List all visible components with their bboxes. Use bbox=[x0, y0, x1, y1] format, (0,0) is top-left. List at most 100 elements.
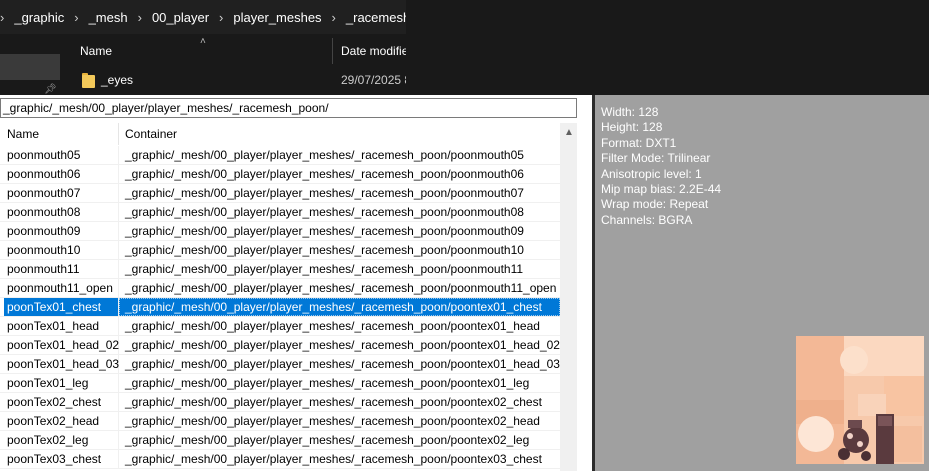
texture-preview-pane: Width: 128 Height: 128 Format: DXT1 Filt… bbox=[595, 95, 929, 471]
breadcrumb-separator: › bbox=[74, 9, 79, 25]
table-row[interactable]: poonTex02_chest _graphic/_mesh/00_player/… bbox=[0, 393, 560, 412]
file-list-header: Name ˄ Date modifie bbox=[62, 34, 408, 68]
asset-name-cell: poonTex03_chest bbox=[7, 452, 102, 466]
column-divider[interactable] bbox=[332, 38, 333, 64]
texture-filter-mode: Filter Mode: Trilinear bbox=[601, 151, 711, 166]
table-row[interactable]: poonTex01_head_02 _graphic/_mesh/00_playe… bbox=[0, 336, 560, 355]
asset-container-cell: _graphic/_mesh/00_player/player_meshes/_… bbox=[125, 395, 542, 409]
breadcrumb-item-racemesh-poon[interactable]: _racemesh_poon bbox=[342, 10, 406, 25]
asset-name-cell: poonmouth09 bbox=[7, 224, 81, 238]
column-header-container[interactable]: Container bbox=[125, 127, 177, 141]
table-row[interactable]: poonTex01_head _graphic/_mesh/00_player/p… bbox=[0, 317, 560, 336]
pin-icon: 📌︎ bbox=[44, 84, 57, 95]
table-row[interactable]: poonTex01_leg _graphic/_mesh/00_player/pl… bbox=[0, 374, 560, 393]
asset-container-cell: _graphic/_mesh/00_player/player_meshes/_… bbox=[125, 186, 524, 200]
breadcrumb-separator: › bbox=[219, 9, 224, 25]
sort-ascending-icon: ˄ bbox=[200, 36, 206, 47]
texture-channels: Channels: BGRA bbox=[601, 212, 693, 227]
texture-width: Width: 128 bbox=[601, 105, 659, 119]
table-row[interactable]: poonTex01_chest _graphic/_mesh/00_player/… bbox=[0, 298, 560, 317]
cell-divider bbox=[118, 431, 119, 449]
table-row[interactable]: poonTex03_chest _graphic/_mesh/00_player/… bbox=[0, 450, 560, 469]
vertical-scrollbar[interactable]: ▲ bbox=[560, 123, 577, 471]
window-backdrop bbox=[406, 0, 929, 95]
column-header-date-modified[interactable]: Date modifie bbox=[341, 44, 408, 58]
asset-name-cell: poonTex01_head bbox=[7, 319, 100, 333]
breadcrumb-item-graphic[interactable]: _graphic bbox=[10, 10, 68, 25]
cell-divider bbox=[118, 260, 119, 278]
breadcrumb-separator: › bbox=[137, 9, 142, 25]
asset-container-cell: _graphic/_mesh/00_player/player_meshes/_… bbox=[125, 224, 524, 238]
column-header-name[interactable]: Name bbox=[80, 44, 112, 58]
table-row[interactable]: poonmouth05 _graphic/_mesh/00_player/play… bbox=[0, 146, 560, 165]
asset-container-cell: _graphic/_mesh/00_player/player_meshes/_… bbox=[125, 243, 524, 257]
breadcrumb-item-mesh[interactable]: _mesh bbox=[85, 10, 132, 25]
column-divider[interactable] bbox=[118, 123, 119, 145]
texture-info: Width: 128 Height: 128 Format: DXT1 Filt… bbox=[601, 105, 721, 228]
texture-height: Height: 128 bbox=[601, 120, 663, 135]
asset-container-cell: _graphic/_mesh/00_player/player_meshes/_… bbox=[125, 148, 524, 162]
asset-list-header: Name Container bbox=[0, 123, 560, 145]
asset-container-cell: _graphic/_mesh/00_player/player_meshes/_… bbox=[125, 338, 560, 352]
asset-container-cell: _graphic/_mesh/00_player/player_meshes/_… bbox=[125, 452, 542, 466]
breadcrumb-item-00-player[interactable]: 00_player bbox=[148, 10, 213, 25]
asset-name-cell: poonmouth07 bbox=[7, 186, 81, 200]
table-row[interactable]: poonmouth11 _graphic/_mesh/00_player/play… bbox=[0, 260, 560, 279]
file-date-modified: 29/07/2025 8 bbox=[341, 73, 412, 87]
asset-container-cell: _graphic/_mesh/00_player/player_meshes/_… bbox=[125, 376, 530, 390]
asset-container-cell: _graphic/_mesh/00_player/player_meshes/_… bbox=[125, 433, 530, 447]
asset-container-cell: _graphic/_mesh/00_player/player_meshes/_… bbox=[125, 300, 542, 314]
table-row[interactable]: poonmouth06 _graphic/_mesh/00_player/play… bbox=[0, 165, 560, 184]
cell-divider bbox=[118, 317, 119, 335]
cell-divider bbox=[118, 184, 119, 202]
asset-name-cell: poonmouth10 bbox=[7, 243, 81, 257]
asset-name-cell: poonmouth05 bbox=[7, 148, 81, 162]
breadcrumb-item-player-meshes[interactable]: player_meshes bbox=[229, 10, 325, 25]
cell-divider bbox=[118, 374, 119, 392]
breadcrumb: › _graphic › _mesh › 00_player › player_… bbox=[0, 0, 406, 34]
breadcrumb-separator: › bbox=[0, 9, 5, 25]
file-name: _eyes bbox=[101, 73, 134, 87]
asset-name-cell: poonTex01_leg bbox=[7, 376, 89, 390]
cell-divider bbox=[118, 450, 119, 468]
column-header-name[interactable]: Name bbox=[7, 127, 39, 141]
asset-name-cell: poonTex01_chest bbox=[7, 300, 102, 314]
cell-divider bbox=[118, 165, 119, 183]
file-explorer: › _graphic › _mesh › 00_player › player_… bbox=[0, 0, 411, 95]
asset-name-cell: poonTex01_head_02 bbox=[7, 338, 120, 352]
file-list-item[interactable]: _eyes 29/07/2025 8 bbox=[62, 68, 411, 94]
asset-container-cell: _graphic/_mesh/00_player/player_meshes/_… bbox=[125, 281, 557, 295]
navigation-pane: 📌︎ bbox=[0, 34, 60, 95]
path-filter-input[interactable]: _graphic/_mesh/00_player/player_meshes/_… bbox=[0, 98, 577, 118]
table-row[interactable]: poonmouth08 _graphic/_mesh/00_player/play… bbox=[0, 203, 560, 222]
asset-name-cell: poonmouth08 bbox=[7, 205, 81, 219]
asset-container-cell: _graphic/_mesh/00_player/player_meshes/_… bbox=[125, 167, 524, 181]
cell-divider bbox=[118, 203, 119, 221]
table-row[interactable]: poonTex01_head_03 _graphic/_mesh/00_playe… bbox=[0, 355, 560, 374]
texture-format: Format: DXT1 bbox=[601, 135, 677, 150]
table-row[interactable]: poonTex02_head _graphic/_mesh/00_player/p… bbox=[0, 412, 560, 431]
asset-container-cell: _graphic/_mesh/00_player/player_meshes/_… bbox=[125, 262, 524, 276]
asset-name-cell: poonmouth06 bbox=[7, 167, 81, 181]
cell-divider bbox=[118, 279, 119, 297]
table-row[interactable]: poonmouth10 _graphic/_mesh/00_player/play… bbox=[0, 241, 560, 260]
asset-name-cell: poonTex02_chest bbox=[7, 395, 102, 409]
texture-mip-map-bias: Mip map bias: 2.2E-44 bbox=[601, 182, 722, 197]
table-row[interactable]: poonmouth09 _graphic/_mesh/00_player/play… bbox=[0, 222, 560, 241]
breadcrumb-separator: › bbox=[331, 9, 336, 25]
asset-list-panel: _graphic/_mesh/00_player/player_meshes/_… bbox=[0, 95, 592, 471]
navigation-selected-item[interactable] bbox=[0, 54, 60, 80]
asset-name-cell: poonmouth11 bbox=[7, 262, 80, 276]
asset-container-cell: _graphic/_mesh/00_player/player_meshes/_… bbox=[125, 205, 524, 219]
scroll-up-arrow-icon[interactable]: ▲ bbox=[564, 127, 574, 138]
asset-name-cell: poonTex01_head_03 bbox=[7, 357, 120, 371]
table-row[interactable]: poonTex02_leg _graphic/_mesh/00_player/pl… bbox=[0, 431, 560, 450]
asset-container-cell: _graphic/_mesh/00_player/player_meshes/_… bbox=[125, 319, 540, 333]
table-row[interactable]: poonmouth11_open _graphic/_mesh/00_player… bbox=[0, 279, 560, 298]
asset-container-cell: _graphic/_mesh/00_player/player_meshes/_… bbox=[125, 414, 540, 428]
table-row[interactable]: poonmouth07 _graphic/_mesh/00_player/play… bbox=[0, 184, 560, 203]
folder-icon bbox=[82, 73, 95, 88]
cell-divider bbox=[118, 146, 119, 164]
asset-name-cell: poonTex02_leg bbox=[7, 433, 89, 447]
cell-divider bbox=[118, 298, 119, 316]
